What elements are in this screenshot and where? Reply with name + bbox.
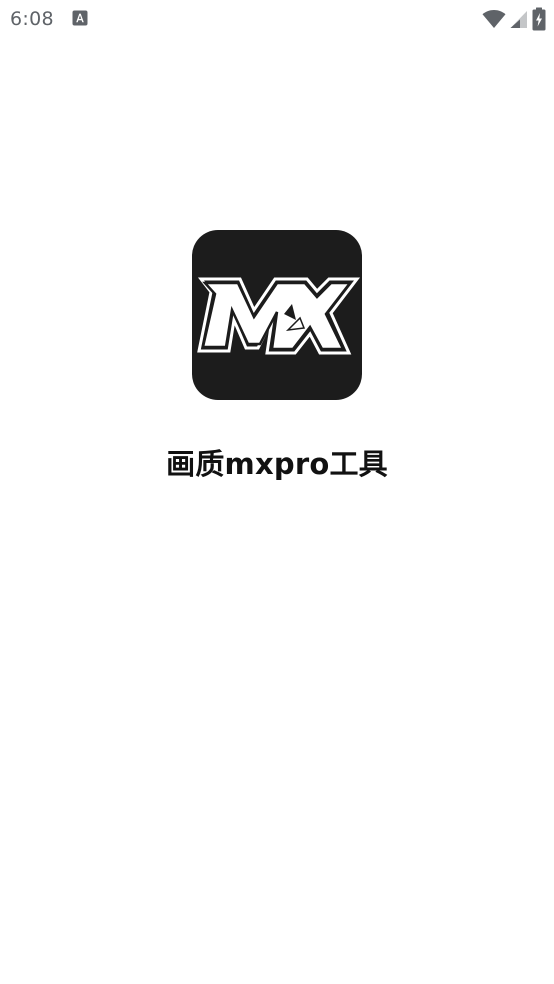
- mx-logo-icon: [192, 230, 362, 400]
- battery-charging-icon: [532, 7, 546, 31]
- splash-screen: 6:08 画质mxpro工具: [0, 0, 554, 984]
- status-bar: 6:08: [0, 0, 554, 38]
- wifi-icon: [482, 9, 506, 29]
- status-time: 6:08: [10, 8, 54, 30]
- cellular-signal-icon: [510, 9, 528, 29]
- app-name-title: 画质mxpro工具: [166, 447, 388, 481]
- text-a-icon: [72, 10, 88, 26]
- status-icons: [482, 7, 546, 31]
